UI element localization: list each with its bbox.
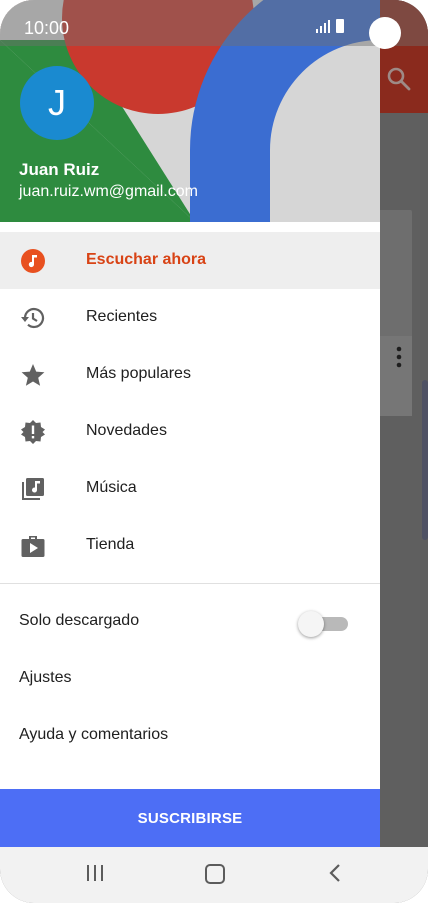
- menu-item-recientes[interactable]: Recientes: [0, 289, 380, 346]
- user-email[interactable]: juan.ruiz.wm@gmail.com: [19, 183, 198, 201]
- menu-item-novedades[interactable]: Novedades: [0, 403, 380, 460]
- help-feedback-row[interactable]: Ayuda y comentarios: [0, 707, 380, 764]
- music-note-icon: [21, 249, 45, 273]
- star-icon: [21, 364, 45, 386]
- play-store-icon: [21, 536, 45, 557]
- menu-item-musica[interactable]: Música: [0, 460, 380, 517]
- music-library-icon: [22, 478, 44, 500]
- status-bar: 10:00: [0, 0, 428, 49]
- menu-item-label: Música: [86, 479, 137, 496]
- battery-icon: [336, 19, 344, 33]
- search-icon[interactable]: [386, 66, 412, 92]
- subscribe-button[interactable]: SUSCRIBIRSE: [0, 789, 380, 847]
- help-feedback-label: Ayuda y comentarios: [19, 726, 169, 743]
- settings-label: Ajustes: [19, 669, 72, 686]
- more-vert-icon: [396, 346, 402, 368]
- phone-screen: J Juan Ruiz juan.ruiz.wm@gmail.com Escuc…: [0, 0, 428, 903]
- toggle-thumb[interactable]: [298, 611, 324, 637]
- recent-apps-icon[interactable]: [86, 864, 104, 882]
- background-scrollbar: [422, 380, 428, 540]
- navigation-drawer: J Juan Ruiz juan.ruiz.wm@gmail.com Escuc…: [0, 0, 380, 847]
- new-release-icon: [21, 420, 45, 444]
- status-time: 10:00: [24, 18, 70, 38]
- menu-item-label: Escuchar ahora: [86, 251, 207, 268]
- menu-item-tienda[interactable]: Tienda: [0, 517, 380, 574]
- menu-item-mas-populares[interactable]: Más populares: [0, 346, 380, 403]
- menu-item-label: Más populares: [86, 365, 191, 382]
- home-icon[interactable]: [205, 864, 225, 884]
- menu-item-label: Recientes: [86, 308, 158, 325]
- menu-divider: [0, 583, 380, 584]
- downloaded-only-label: Solo descargado: [19, 612, 140, 629]
- menu-item-label: Tienda: [86, 536, 135, 553]
- avatar[interactable]: J: [20, 66, 94, 140]
- back-icon[interactable]: [328, 863, 342, 883]
- drawer-menu: Escuchar ahora Recientes Más populares N…: [0, 232, 380, 574]
- history-icon: [21, 307, 45, 329]
- signal-icon: [316, 20, 330, 33]
- user-name: Juan Ruiz: [19, 160, 100, 179]
- front-camera: [369, 17, 401, 49]
- menu-item-label: Novedades: [86, 422, 167, 439]
- menu-item-escuchar-ahora[interactable]: Escuchar ahora: [0, 232, 380, 289]
- downloaded-only-row[interactable]: Solo descargado: [0, 593, 380, 650]
- settings-row[interactable]: Ajustes: [0, 650, 380, 707]
